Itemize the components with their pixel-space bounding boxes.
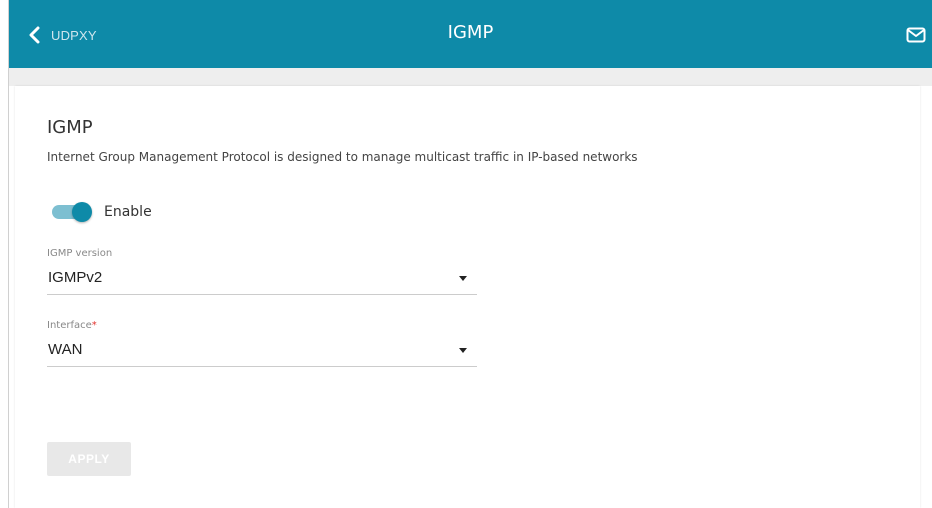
header-gutter (9, 68, 932, 86)
igmp-version-label: IGMP version (47, 248, 113, 259)
page-title: IGMP (447, 22, 494, 43)
envelope-icon[interactable] (906, 27, 926, 43)
section-description: Internet Group Management Protocol is de… (47, 150, 638, 164)
igmp-version-value[interactable]: IGMPv2 (48, 269, 102, 286)
interface-label: Interface* (47, 320, 477, 331)
interface-label-text: Interface (47, 320, 92, 331)
igmp-panel: IGMP Internet Group Management Protocol … (15, 86, 920, 508)
igmp-version-select[interactable]: IGMP version IGMPv2 (47, 248, 477, 295)
interface-select[interactable]: Interface* WAN (47, 320, 477, 367)
caret-down-icon[interactable] (459, 276, 467, 281)
required-marker: * (91, 320, 97, 331)
apply-button[interactable]: APPLY (47, 442, 131, 476)
header-bar: UDPXY IGMP (9, 0, 932, 68)
interface-value[interactable]: WAN (48, 341, 82, 358)
toggle-knob[interactable] (72, 202, 92, 222)
section-title: IGMP (47, 117, 93, 138)
caret-down-icon[interactable] (459, 348, 467, 353)
toggle-track[interactable] (52, 202, 92, 222)
enable-toggle[interactable]: Enable (52, 202, 152, 222)
enable-label: Enable (104, 204, 152, 220)
